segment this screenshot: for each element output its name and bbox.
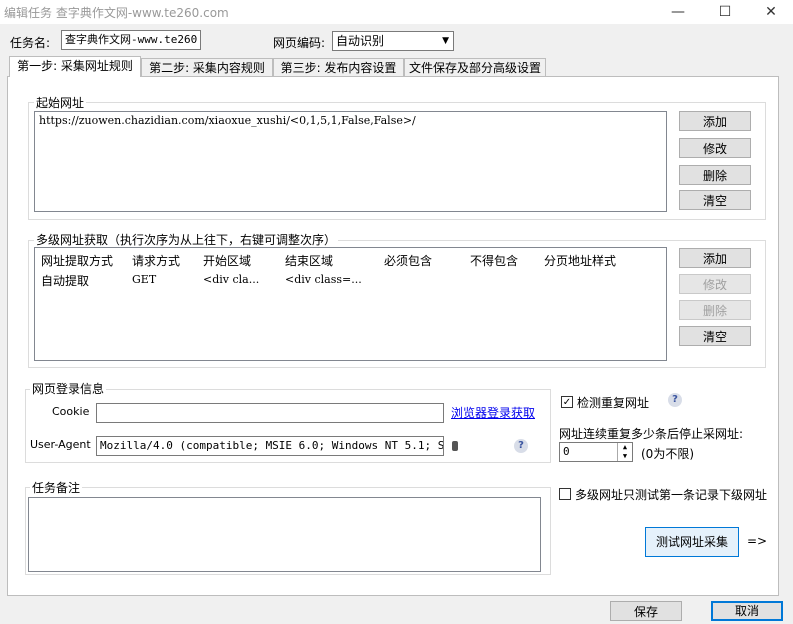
start-delete-button[interactable]: 删除: [679, 165, 751, 185]
start-add-button[interactable]: 添加: [679, 111, 751, 131]
start-clear-button[interactable]: 清空: [679, 190, 751, 210]
multi-delete-button[interactable]: 删除: [679, 300, 751, 320]
col-start-area[interactable]: 开始区域: [203, 252, 251, 269]
tab-step3[interactable]: 第三步: 发布内容设置: [273, 58, 404, 76]
user-agent-label: User-Agent: [30, 438, 91, 451]
help-icon[interactable]: ?: [668, 393, 682, 407]
login-label: 网页登录信息: [30, 380, 107, 397]
col-must-not-contain[interactable]: 不得包含: [470, 252, 518, 269]
task-name-input[interactable]: 查字典作文网-www.te260: [61, 30, 201, 50]
cancel-button[interactable]: 取消: [711, 601, 783, 621]
check-duplicate-label: 检测重复网址: [577, 396, 650, 410]
multi-test-label: 多级网址只测试第一条记录下级网址: [575, 488, 768, 502]
cookie-input[interactable]: [96, 403, 444, 423]
multi-level-list[interactable]: 网址提取方式 请求方式 开始区域 结束区域 必须包含 不得包含 分页地址样式 自…: [34, 247, 667, 361]
multi-edit-button[interactable]: 修改: [679, 274, 751, 294]
row-end-area: <div class=...: [285, 273, 362, 286]
stop-after-stepper[interactable]: 0 ▲ ▼: [559, 442, 633, 462]
spin-arrows-icon[interactable]: ▲ ▼: [617, 443, 632, 461]
table-row[interactable]: 自动提取 GET <div cla... <div class=...: [35, 270, 666, 288]
close-icon[interactable]: ✕: [748, 0, 793, 24]
multi-add-button[interactable]: 添加: [679, 248, 751, 268]
start-urls-label: 起始网址: [34, 94, 87, 111]
row-start-area: <div cla...: [203, 273, 260, 286]
cookie-label: Cookie: [52, 405, 90, 418]
minimize-icon[interactable]: —: [655, 0, 701, 24]
maximize-icon[interactable]: ☐: [702, 0, 748, 24]
start-url-value: https://zuowen.chazidian.com/xiaoxue_xus…: [39, 114, 416, 127]
next-arrow: =>: [747, 534, 768, 548]
stop-after-hint: (0为不限): [641, 447, 694, 461]
tab-advanced[interactable]: 文件保存及部分高级设置: [404, 58, 546, 76]
multi-test-checkbox[interactable]: [559, 488, 571, 500]
check-duplicate-checkbox[interactable]: ✓: [561, 396, 573, 408]
start-urls-textarea[interactable]: https://zuowen.chazidian.com/xiaoxue_xus…: [34, 111, 667, 212]
tab-step2[interactable]: 第二步: 采集内容规则: [141, 58, 273, 76]
col-pagination-style[interactable]: 分页地址样式: [544, 252, 616, 269]
multi-level-label: 多级网址获取（执行次序为从上往下，右键可调整次序）: [34, 231, 339, 248]
notes-textarea[interactable]: [28, 497, 541, 572]
col-end-area[interactable]: 结束区域: [285, 252, 333, 269]
task-name-label: 任务名:: [10, 36, 51, 50]
col-request-method[interactable]: 请求方式: [132, 252, 180, 269]
tab-step1[interactable]: 第一步: 采集网址规则: [9, 56, 141, 77]
user-agent-input[interactable]: Mozilla/4.0 (compatible; MSIE 6.0; Windo…: [96, 436, 444, 456]
encoding-select[interactable]: 自动识别 ▼: [332, 31, 454, 51]
save-button[interactable]: 保存: [610, 601, 682, 621]
encoding-label: 网页编码:: [273, 36, 326, 50]
stop-after-label: 网址连续重复多少条后停止采网址:: [559, 427, 744, 441]
col-must-contain[interactable]: 必须包含: [384, 252, 432, 269]
stop-after-value: 0: [563, 445, 570, 458]
row-extract-method: 自动提取: [41, 274, 90, 288]
window-title: 编辑任务 查字典作文网-www.te260.com: [4, 6, 229, 20]
multi-clear-button[interactable]: 清空: [679, 326, 751, 346]
title-bar: 编辑任务 查字典作文网-www.te260.com — ☐ ✕: [0, 0, 793, 24]
chevron-down-icon: ▼: [442, 36, 449, 46]
start-edit-button[interactable]: 修改: [679, 138, 751, 158]
encoding-value: 自动识别: [336, 34, 385, 48]
help-icon[interactable]: ?: [514, 439, 528, 453]
row-request-method: GET: [132, 273, 157, 286]
browser-login-link[interactable]: 浏览器登录获取: [451, 404, 535, 421]
notes-label: 任务备注: [30, 479, 83, 496]
test-url-collect-button[interactable]: 测试网址采集: [645, 527, 739, 557]
mic-icon[interactable]: [452, 441, 458, 451]
col-extract-method[interactable]: 网址提取方式: [41, 252, 113, 269]
